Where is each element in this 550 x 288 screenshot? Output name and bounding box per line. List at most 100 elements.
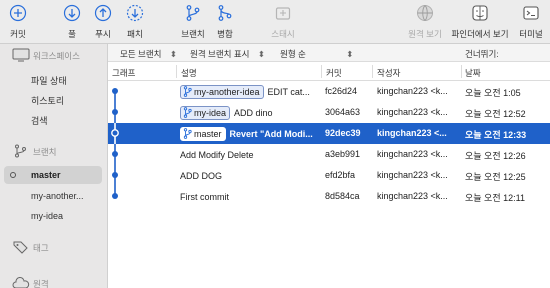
- branch-badge-label: master: [194, 128, 222, 139]
- column-header-author[interactable]: 작성자: [377, 67, 400, 79]
- commit-node: [112, 172, 118, 178]
- column-header-description[interactable]: 설명: [181, 67, 197, 79]
- branch-badge[interactable]: my-another-idea: [180, 84, 264, 99]
- commit-message: Add Modify Delete: [180, 149, 254, 160]
- commit-author: kingchan223 <k...: [377, 191, 448, 201]
- commit-description: my-idea ADD dino: [180, 105, 320, 120]
- commit-message: EDIT cat...: [267, 86, 310, 97]
- commit-graph: [111, 88, 119, 199]
- commit-description: First commit: [180, 189, 320, 204]
- column-header-graph[interactable]: 그래프: [112, 67, 135, 79]
- table-row[interactable]: First commit 8d584ca kingchan223 <k... 오…: [108, 186, 550, 207]
- table-row[interactable]: Add Modify Delete a3eb991 kingchan223 <k…: [108, 144, 550, 165]
- commit-hash: 92dec39: [325, 128, 361, 138]
- sidebar-item-history[interactable]: 히스토리: [0, 90, 107, 108]
- branch-badge[interactable]: my-idea: [180, 105, 231, 120]
- stash-label: 스태시: [271, 29, 295, 39]
- sidebar-item-label: 파일 상태: [31, 76, 67, 86]
- sidebar-section-label: 워크스페이스: [33, 51, 80, 61]
- commit-node-head: [111, 129, 119, 137]
- branch-icon: [183, 107, 192, 118]
- sidebar-item-label: 히스토리: [31, 96, 65, 106]
- show-remote-select[interactable]: 원격 브랜치 표시 ⬍: [190, 48, 265, 60]
- tag-icon: [12, 240, 30, 254]
- commit-author: kingchan223 <...: [377, 128, 447, 138]
- commit-message: ADD DOG: [180, 170, 223, 181]
- commit-hash: efd2bfa: [325, 170, 356, 180]
- commit-node: [112, 109, 118, 115]
- column-header-commit[interactable]: 커밋: [326, 67, 342, 79]
- commit-button[interactable]: 커밋: [0, 4, 46, 40]
- terminal-button[interactable]: 터미널: [503, 4, 550, 40]
- commit-description: Add Modify Delete: [180, 147, 320, 162]
- finder-icon: [471, 4, 489, 22]
- commit-node: [112, 88, 118, 94]
- commit-date: 오늘 오전 12:26: [465, 151, 526, 161]
- commit-node: [112, 151, 118, 157]
- column-header-row: 그래프 설명 커밋 작성자 날짜: [108, 62, 550, 81]
- globe-icon: [416, 4, 434, 22]
- sidebar-section-label: 브랜치: [33, 147, 57, 157]
- commit-hash: fc26d24: [325, 86, 358, 96]
- merge-icon: [216, 4, 234, 22]
- sidebar-item-branch-my-idea[interactable]: my-idea: [0, 207, 107, 225]
- monitor-icon: [12, 48, 30, 62]
- commit-date: 오늘 오전 1:05: [465, 88, 521, 98]
- fetch-label: 패치: [127, 29, 143, 39]
- column-divider[interactable]: [372, 65, 373, 78]
- sidebar-section-tags[interactable]: 태그: [0, 238, 107, 256]
- merge-button[interactable]: 병합: [197, 4, 253, 40]
- branch-badge-label: my-another-idea: [194, 86, 260, 97]
- commit-author: kingchan223 <k...: [377, 170, 448, 180]
- current-branch-dot: [10, 172, 16, 178]
- sidebar-section-label: 태그: [33, 243, 49, 253]
- branch-badge[interactable]: master: [180, 126, 226, 141]
- branch-badge-label: my-idea: [194, 107, 227, 118]
- commit-date: 오늘 오전 12:25: [465, 172, 526, 182]
- commit-node: [112, 193, 118, 199]
- commit-description: my-another-idea EDIT cat...: [180, 84, 320, 99]
- branch-icon: [12, 144, 30, 158]
- branch-filter-select[interactable]: 모든 브랜치 ⬍: [120, 48, 177, 60]
- commit-hash: a3eb991: [325, 149, 361, 159]
- show-remote-value: 원격 브랜치 표시: [190, 49, 250, 59]
- column-divider[interactable]: [461, 65, 462, 78]
- sidebar-item-file-status[interactable]: 파일 상태: [0, 70, 107, 88]
- select-arrows-icon: ⬍: [169, 49, 177, 59]
- table-row-selected[interactable]: master Revert "Add Modi... 92dec39 kingc…: [108, 123, 550, 144]
- sidebar-section-branches[interactable]: 브랜치: [0, 142, 107, 160]
- order-select[interactable]: 원형 순 ⬍: [280, 48, 353, 60]
- branch-icon: [183, 86, 192, 97]
- sidebar-item-branch-master[interactable]: master: [4, 166, 102, 184]
- order-value: 원형 순: [280, 49, 306, 59]
- sidebar-item-branch-my-another-idea[interactable]: my-another...: [0, 187, 107, 205]
- table-row[interactable]: my-another-idea EDIT cat... fc26d24 king…: [108, 81, 550, 102]
- view-remote-button[interactable]: 원격 보기: [397, 4, 453, 40]
- sidebar-item-search[interactable]: 검색: [0, 110, 107, 128]
- skip-label: 건너뛰기:: [465, 49, 499, 59]
- column-header-date[interactable]: 날짜: [465, 67, 481, 79]
- commit-author: kingchan223 <k...: [377, 107, 448, 117]
- stash-icon: [274, 4, 292, 22]
- stash-button[interactable]: 스태시: [255, 4, 311, 40]
- column-divider[interactable]: [321, 65, 322, 78]
- commit-date: 오늘 오전 12:11: [465, 193, 525, 203]
- commit-date: 오늘 오전 12:33: [465, 130, 527, 140]
- commit-description: master Revert "Add Modi...: [180, 126, 320, 141]
- terminal-icon: [522, 4, 540, 22]
- table-row[interactable]: my-idea ADD dino 3064a63 kingchan223 <k.…: [108, 102, 550, 123]
- table-row[interactable]: ADD DOG efd2bfa kingchan223 <k... 오늘 오전 …: [108, 165, 550, 186]
- show-in-finder-button[interactable]: 파인더에서 보기: [451, 4, 509, 40]
- merge-label: 병합: [217, 29, 233, 39]
- select-arrows-icon: ⬍: [257, 49, 265, 59]
- plus-circle-icon: [9, 4, 27, 22]
- select-arrows-icon: ⬍: [346, 49, 354, 59]
- column-divider[interactable]: [176, 65, 177, 78]
- commit-author: kingchan223 <k...: [377, 86, 448, 96]
- sidebar-section-remotes[interactable]: 원격: [0, 274, 107, 288]
- fetch-button[interactable]: 패치: [107, 4, 163, 40]
- branch-icon: [183, 128, 192, 139]
- filter-bar: 모든 브랜치 ⬍ 원격 브랜치 표시 ⬍ 원형 순 ⬍ 건너뛰기:: [108, 44, 550, 62]
- cloud-icon: [12, 276, 30, 288]
- sidebar-section-workspace[interactable]: 워크스페이스: [0, 46, 107, 64]
